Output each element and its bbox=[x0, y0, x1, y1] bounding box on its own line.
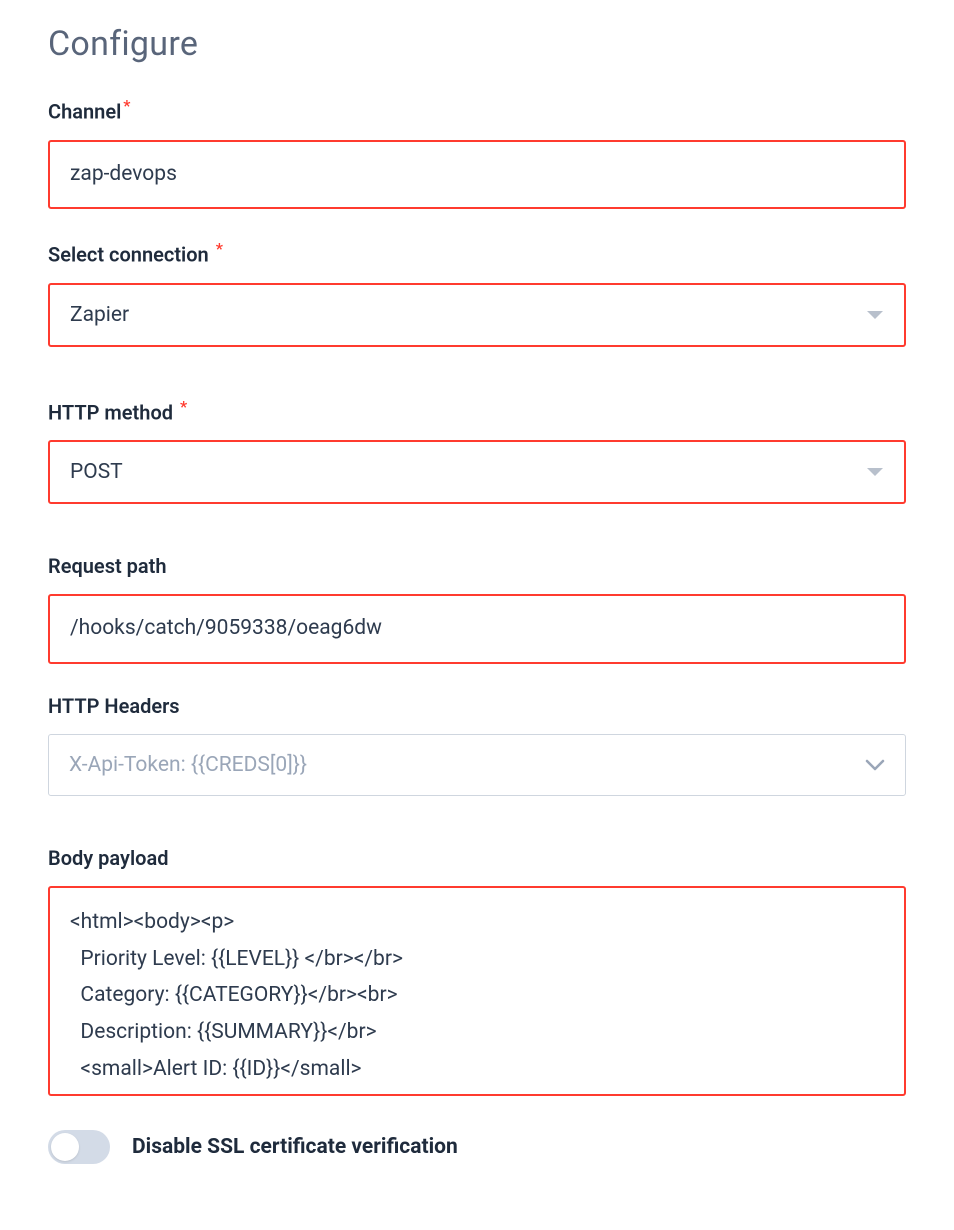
http-method-label-text: HTTP method bbox=[48, 400, 173, 424]
page-title: Configure bbox=[48, 24, 906, 64]
ssl-toggle-row: Disable SSL certificate verification bbox=[48, 1130, 906, 1164]
http-method-label: HTTP method * bbox=[48, 397, 906, 425]
http-method-value: POST bbox=[70, 460, 123, 484]
connection-value: Zapier bbox=[70, 303, 129, 327]
http-headers-label: HTTP Headers bbox=[48, 694, 906, 718]
body-payload-textarea[interactable] bbox=[48, 886, 906, 1096]
http-headers-select[interactable]: X-Api-Token: {{CREDS[0]}} bbox=[48, 734, 906, 796]
body-payload-field: Body payload bbox=[48, 846, 906, 1100]
request-path-field: Request path bbox=[48, 554, 906, 663]
connection-label-text: Select connection bbox=[48, 243, 209, 267]
http-headers-placeholder: X-Api-Token: {{CREDS[0]}} bbox=[69, 753, 307, 777]
http-method-select[interactable]: POST bbox=[48, 440, 906, 504]
channel-input[interactable] bbox=[48, 140, 906, 209]
required-indicator: * bbox=[180, 397, 187, 416]
connection-field: Select connection * Zapier bbox=[48, 239, 906, 347]
body-payload-label: Body payload bbox=[48, 846, 906, 870]
request-path-input[interactable] bbox=[48, 594, 906, 663]
channel-label-text: Channel bbox=[48, 100, 121, 124]
chevron-down-icon bbox=[866, 466, 884, 478]
connection-label: Select connection * bbox=[48, 239, 906, 267]
chevron-down-icon bbox=[866, 309, 884, 321]
chevron-down-icon bbox=[865, 758, 885, 772]
required-indicator: * bbox=[216, 239, 223, 258]
channel-field: Channel* bbox=[48, 96, 906, 209]
toggle-knob bbox=[51, 1133, 79, 1161]
http-method-field: HTTP method * POST bbox=[48, 397, 906, 505]
ssl-toggle[interactable] bbox=[48, 1130, 110, 1164]
request-path-label: Request path bbox=[48, 554, 906, 578]
ssl-toggle-label: Disable SSL certificate verification bbox=[132, 1135, 458, 1159]
http-headers-field: HTTP Headers X-Api-Token: {{CREDS[0]}} bbox=[48, 694, 906, 796]
required-indicator: * bbox=[123, 96, 130, 115]
channel-label: Channel* bbox=[48, 96, 906, 124]
connection-select[interactable]: Zapier bbox=[48, 283, 906, 347]
